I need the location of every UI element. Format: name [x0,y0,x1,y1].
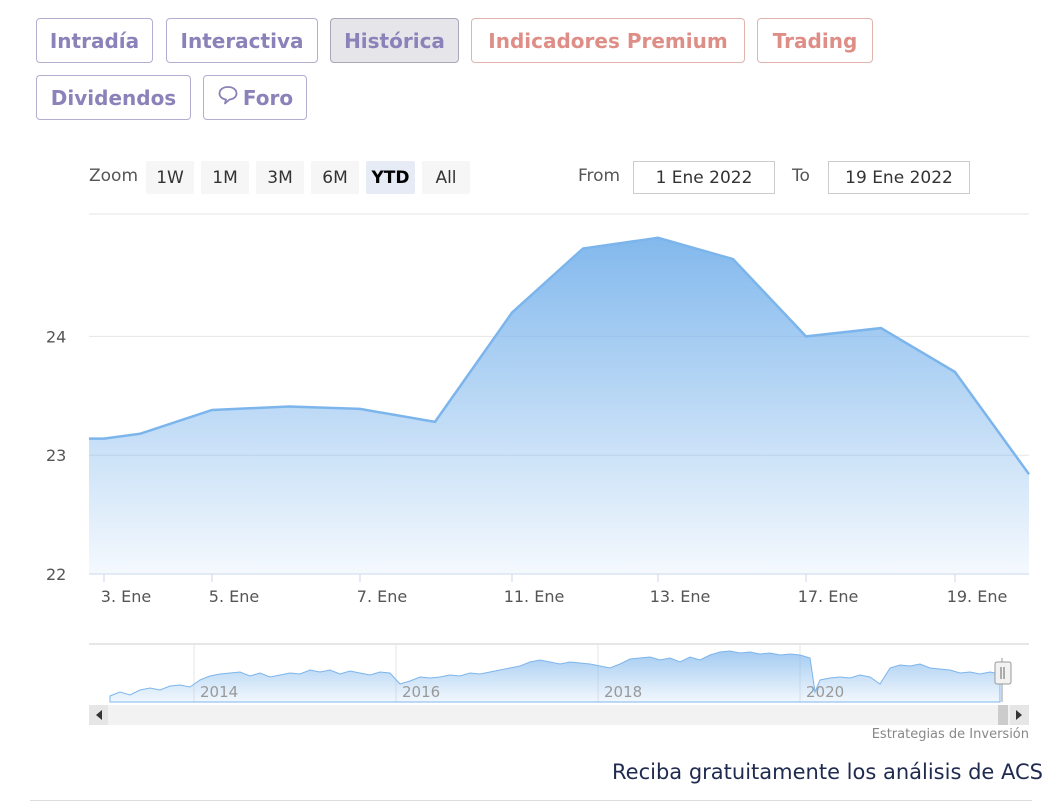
price-chart[interactable]: 22 23 24 3. Ene 5. Ene 7. Ene 11. Ene 13. Ene 1… [0,0,1062,620]
x-tick-label: 13. Ene [650,587,711,606]
data-point[interactable] [137,431,143,437]
y-tick-label: 22 [46,565,66,584]
navigator-year-label: 2018 [604,683,642,701]
cta-text: Reciba gratuitamente los análisis de ACS [612,760,1043,784]
data-point[interactable] [286,403,292,409]
data-point[interactable] [730,256,736,262]
navigator-year-label: 2016 [402,683,440,701]
grip-handle-icon[interactable] [994,661,1012,685]
navigator[interactable]: 2014 2016 2018 2020 [0,640,1062,730]
navigator-series [109,650,1001,703]
divider [30,800,1032,801]
y-tick-label: 24 [46,327,66,346]
data-point[interactable] [878,325,884,331]
scrollbar-thumb[interactable] [998,705,1008,725]
x-tick-label: 3. Ene [101,587,151,606]
data-point[interactable] [952,369,958,375]
chart-credit[interactable]: Estrategias de Inversión [872,727,1029,742]
navigator-year-label: 2014 [200,683,238,701]
data-point[interactable] [209,407,215,413]
data-point[interactable] [432,419,438,425]
data-point[interactable] [803,333,809,339]
x-tick-label: 5. Ene [209,587,259,606]
x-tick-label: 17. Ene [798,587,859,606]
y-tick-label: 23 [46,446,66,465]
data-point[interactable] [655,235,661,241]
x-tick-label: 11. Ene [504,587,565,606]
data-point[interactable] [509,310,515,316]
data-point[interactable] [357,406,363,412]
arrow-left-icon[interactable] [89,705,108,725]
data-point[interactable] [1026,471,1032,477]
price-area [89,237,1029,575]
arrow-right-icon[interactable] [1010,705,1029,725]
data-point[interactable] [580,245,586,251]
data-point[interactable] [101,436,107,442]
x-tick-label: 19. Ene [947,587,1008,606]
x-tick-label: 7. Ene [357,587,407,606]
navigator-year-label: 2020 [806,683,844,701]
